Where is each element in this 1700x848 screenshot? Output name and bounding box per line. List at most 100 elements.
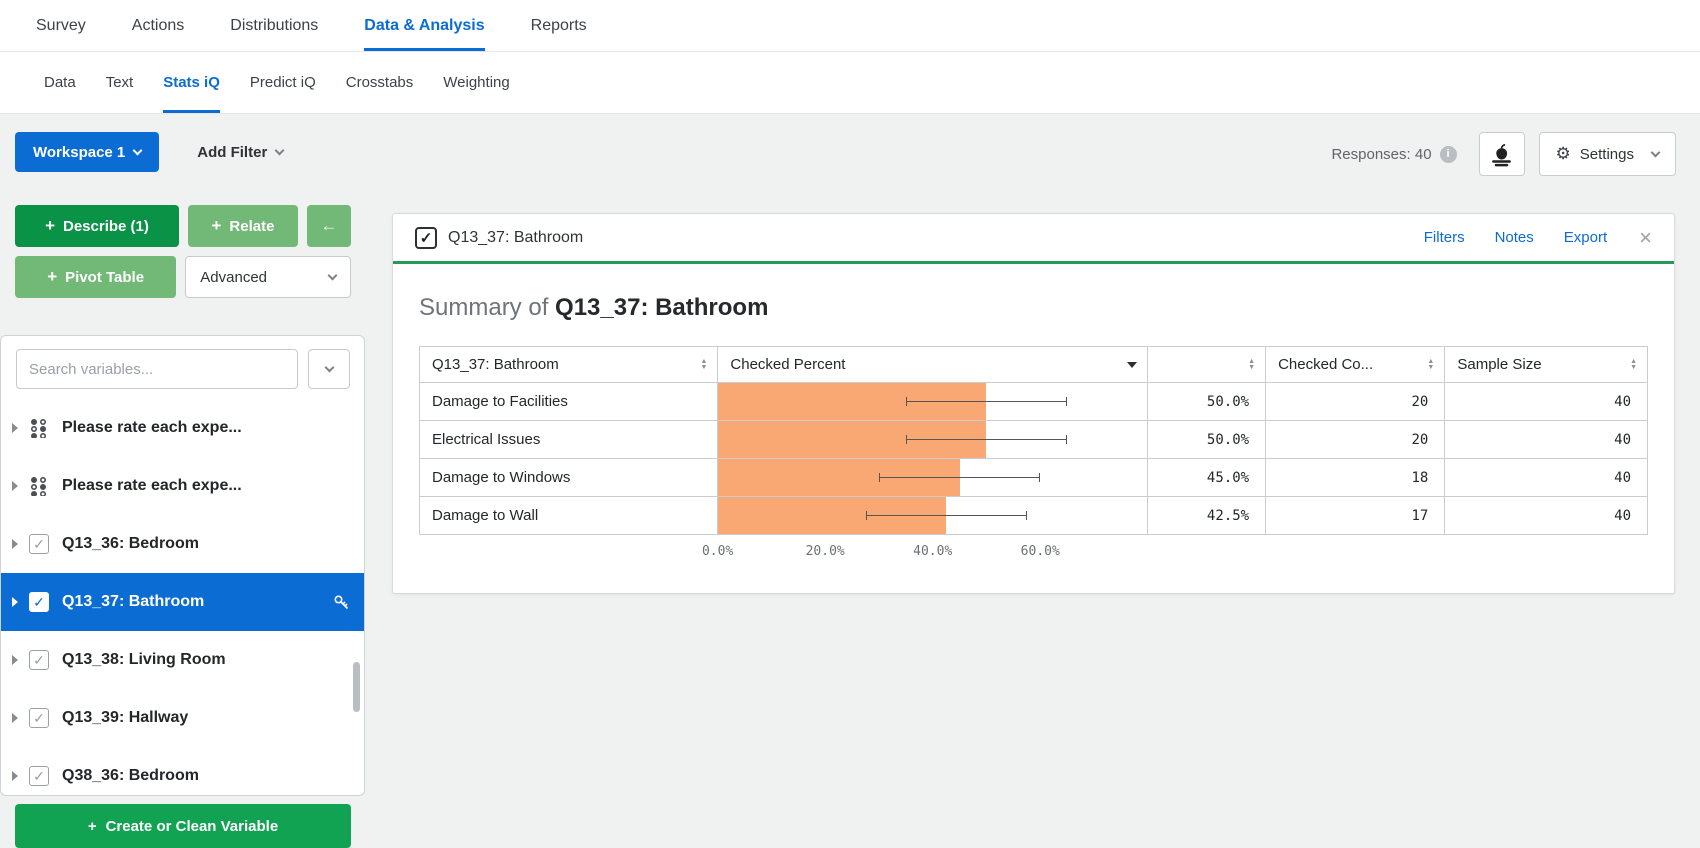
column-header-percent-values[interactable]: ▲▼ <box>1148 347 1266 383</box>
variable-row[interactable]: Q38_36: Bedroom <box>1 747 364 796</box>
table-row: Damage to Windows 45.0% 18 40 <box>420 459 1648 497</box>
search-filter-dropdown[interactable] <box>308 349 350 389</box>
plus-icon: + <box>211 216 221 236</box>
stats-iq-app: Survey Actions Distributions Data & Anal… <box>0 0 1700 848</box>
expand-icon[interactable] <box>12 771 18 781</box>
x-axis-track: 0.0% 20.0% 40.0% 60.0% <box>718 539 1148 563</box>
percent-value: 42.5% <box>1148 497 1266 535</box>
variable-checkbox[interactable] <box>29 534 49 554</box>
variable-checkbox[interactable] <box>29 650 49 670</box>
card-checkbox[interactable] <box>415 227 437 249</box>
collapse-arrow-button[interactable]: ← <box>307 205 351 247</box>
variable-row[interactable]: Q13_36: Bedroom <box>1 515 364 573</box>
percent-value: 45.0% <box>1148 459 1266 497</box>
tab-distributions[interactable]: Distributions <box>230 0 318 51</box>
variable-row[interactable]: Please rate each expe... <box>1 399 364 457</box>
sample-size-value: 40 <box>1445 383 1648 421</box>
table-row: Electrical Issues 50.0% 20 40 <box>420 421 1648 459</box>
expand-icon[interactable] <box>12 597 18 607</box>
relate-label: Relate <box>229 218 274 235</box>
chevron-down-icon <box>275 145 285 155</box>
x-tick: 0.0% <box>702 544 733 559</box>
summary-prefix: Summary of <box>419 294 555 321</box>
column-header-checked-count[interactable]: Checked Co... ▲▼ <box>1266 347 1445 383</box>
chevron-down-icon <box>324 363 334 373</box>
key-icon[interactable] <box>333 594 350 611</box>
describe-button[interactable]: + Describe (1) <box>15 205 179 247</box>
tab-text[interactable]: Text <box>106 52 134 113</box>
column-header-checked-percent[interactable]: Checked Percent <box>718 347 1148 383</box>
pivot-table-button[interactable]: + Pivot Table <box>15 256 176 298</box>
x-axis: 0.0% 20.0% 40.0% 60.0% <box>419 539 1648 563</box>
percent-value: 50.0% <box>1148 421 1266 459</box>
variable-row[interactable]: Please rate each expe... <box>1 457 364 515</box>
sidebar: + Describe (1) + Relate ← + Pivot Table … <box>0 205 365 848</box>
expand-icon[interactable] <box>12 655 18 665</box>
sample-size-value: 40 <box>1445 421 1648 459</box>
relate-button[interactable]: + Relate <box>188 205 298 247</box>
variable-checkbox[interactable] <box>29 592 49 612</box>
tab-reports[interactable]: Reports <box>531 0 587 51</box>
export-link[interactable]: Export <box>1564 229 1607 246</box>
column-header-variable[interactable]: Q13_37: Bathroom ▲▼ <box>420 347 718 383</box>
advanced-dropdown[interactable]: Advanced <box>185 256 351 298</box>
tab-actions[interactable]: Actions <box>132 0 184 51</box>
variable-row[interactable]: Q13_38: Living Room <box>1 631 364 689</box>
table-header-row: Q13_37: Bathroom ▲▼ Checked Percent <box>420 347 1648 383</box>
workspace-button[interactable]: Workspace 1 <box>15 132 159 172</box>
chevron-down-icon <box>133 145 143 155</box>
create-button-label: Create or Clean Variable <box>106 818 279 835</box>
x-tick: 60.0% <box>1021 544 1060 559</box>
tab-weighting[interactable]: Weighting <box>443 52 509 113</box>
add-filter-button[interactable]: Add Filter <box>197 132 283 172</box>
variable-label: Q13_38: Living Room <box>62 651 226 669</box>
analysis-buttons-row-1: + Describe (1) + Relate ← <box>15 205 351 247</box>
error-bar <box>879 477 1040 478</box>
sort-icon[interactable]: ▲▼ <box>700 359 707 371</box>
scrollbar-thumb[interactable] <box>353 662 360 712</box>
expand-icon[interactable] <box>12 423 18 433</box>
table-row: Damage to Facilities 50.0% 20 40 <box>420 383 1648 421</box>
notes-link[interactable]: Notes <box>1495 229 1534 246</box>
sort-icon[interactable]: ▲▼ <box>1248 359 1255 371</box>
variable-checkbox[interactable] <box>29 708 49 728</box>
analysis-card: Q13_37: Bathroom Filters Notes Export × … <box>392 213 1675 594</box>
tab-crosstabs[interactable]: Crosstabs <box>346 52 414 113</box>
variable-row-selected[interactable]: Q13_37: Bathroom <box>1 573 364 631</box>
info-icon[interactable]: i <box>1440 146 1457 163</box>
variable-label: Please rate each expe... <box>62 419 242 437</box>
tab-stats-iq[interactable]: Stats iQ <box>163 52 220 113</box>
apple-on-books-icon <box>1488 141 1515 168</box>
expand-icon[interactable] <box>12 481 18 491</box>
sort-icon[interactable]: ▲▼ <box>1630 359 1637 371</box>
plus-icon: + <box>47 267 57 287</box>
variable-row[interactable]: Q13_39: Hallway <box>1 689 364 747</box>
expand-icon[interactable] <box>12 713 18 723</box>
checked-count-value: 20 <box>1266 383 1445 421</box>
chevron-down-icon[interactable] <box>1127 362 1137 368</box>
search-variables-input[interactable] <box>16 349 298 389</box>
close-icon[interactable]: × <box>1639 227 1652 249</box>
bar-cell <box>718 383 1148 421</box>
variable-label: Q13_39: Hallway <box>62 709 188 727</box>
variables-panel: Please rate each expe... Please rate eac… <box>0 335 365 796</box>
filters-link[interactable]: Filters <box>1424 229 1465 246</box>
tab-data[interactable]: Data <box>44 52 76 113</box>
sample-size-value: 40 <box>1445 497 1648 535</box>
error-bar <box>906 401 1067 402</box>
tab-predict-iq[interactable]: Predict iQ <box>250 52 316 113</box>
tab-survey[interactable]: Survey <box>36 0 86 51</box>
expand-icon[interactable] <box>12 539 18 549</box>
column-header-sample-size[interactable]: Sample Size ▲▼ <box>1445 347 1648 383</box>
summary-subject: Q13_37: Bathroom <box>555 294 768 321</box>
chevron-down-icon <box>328 270 338 280</box>
sort-icon[interactable]: ▲▼ <box>1427 359 1434 371</box>
category-cell: Damage to Wall <box>420 497 718 535</box>
stats-iq-workspace-button[interactable] <box>1479 132 1525 176</box>
settings-label: Settings <box>1580 146 1634 163</box>
error-bar <box>866 515 1027 516</box>
settings-button[interactable]: ⚙ Settings <box>1539 132 1676 176</box>
variable-checkbox[interactable] <box>29 766 49 786</box>
create-or-clean-variable-button[interactable]: + Create or Clean Variable <box>15 804 351 848</box>
tab-data-analysis[interactable]: Data & Analysis <box>364 0 484 51</box>
